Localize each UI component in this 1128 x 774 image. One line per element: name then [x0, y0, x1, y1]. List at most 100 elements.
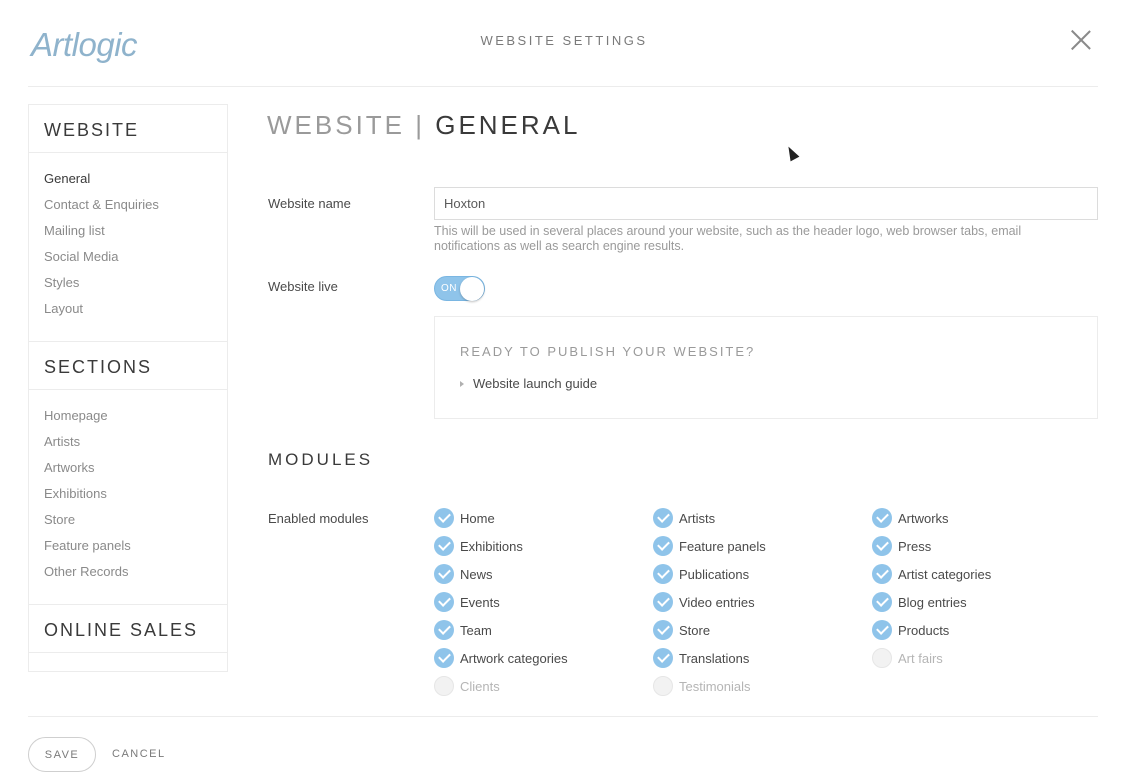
toggle-state-label: ON — [441, 283, 457, 294]
enabled-modules-label: Enabled modules — [268, 511, 369, 526]
module-checkbox-products[interactable]: Products — [872, 620, 1072, 640]
page-title-accent: GENERAL — [435, 110, 581, 140]
unchecked-circle-icon — [653, 676, 673, 696]
checkmark-icon — [653, 564, 673, 584]
sidebar-divider — [29, 389, 227, 390]
checkmark-icon — [434, 564, 454, 584]
module-label: Publications — [679, 567, 750, 582]
checkmark-icon — [872, 564, 892, 584]
page-title: WEBSITE | GENERAL — [267, 110, 580, 141]
module-checkbox-testimonials[interactable]: Testimonials — [653, 676, 853, 696]
module-label: Artworks — [898, 511, 949, 526]
checkmark-icon — [653, 648, 673, 668]
website-launch-guide-link[interactable]: Website launch guide — [460, 376, 597, 391]
cancel-button[interactable]: CANCEL — [112, 748, 166, 760]
module-checkbox-home[interactable]: Home — [434, 508, 634, 528]
checkmark-icon — [872, 620, 892, 640]
module-checkbox-press[interactable]: Press — [872, 536, 1072, 556]
sidebar-heading-sections: SECTIONS — [44, 357, 153, 377]
website-name-help: This will be used in several places arou… — [434, 224, 1022, 253]
checkmark-icon — [434, 592, 454, 612]
module-checkbox-artist-categories[interactable]: Artist categories — [872, 564, 1072, 584]
unchecked-circle-icon — [434, 676, 454, 696]
sidebar-item-exhibitions[interactable]: Exhibitions — [44, 486, 107, 501]
page-title-prefix: WEBSITE | — [267, 110, 436, 140]
website-launch-guide-label: Website launch guide — [473, 376, 598, 391]
sidebar-divider — [29, 341, 227, 342]
website-name-label: Website name — [268, 196, 351, 211]
module-checkbox-blog-entries[interactable]: Blog entries — [872, 592, 1072, 612]
module-label: Artists — [679, 511, 716, 526]
module-checkbox-artwork-categories[interactable]: Artwork categories — [434, 648, 634, 668]
sidebar-item-layout[interactable]: Layout — [44, 301, 83, 316]
modules-heading: MODULES — [268, 450, 374, 469]
checkmark-icon — [653, 508, 673, 528]
module-label: Products — [898, 623, 950, 638]
sidebar-heading-website: WEBSITE — [44, 120, 140, 140]
sidebar-item-store[interactable]: Store — [44, 512, 75, 527]
sidebar-item-other-records[interactable]: Other Records — [44, 564, 129, 579]
unchecked-circle-icon — [872, 648, 892, 668]
toggle-knob — [460, 277, 484, 301]
module-label: Clients — [460, 679, 500, 694]
publish-panel-title: READY TO PUBLISH YOUR WEBSITE? — [460, 344, 756, 359]
checkmark-icon — [434, 536, 454, 556]
sidebar-divider — [29, 152, 227, 153]
checkmark-icon — [653, 536, 673, 556]
module-checkbox-exhibitions[interactable]: Exhibitions — [434, 536, 634, 556]
module-checkbox-feature-panels[interactable]: Feature panels — [653, 536, 853, 556]
module-checkbox-events[interactable]: Events — [434, 592, 634, 612]
module-checkbox-publications[interactable]: Publications — [653, 564, 853, 584]
sidebar-item-social-media[interactable]: Social Media — [44, 249, 118, 264]
module-label: Team — [460, 623, 492, 638]
sidebar-item-styles[interactable]: Styles — [44, 275, 79, 290]
module-checkbox-video-entries[interactable]: Video entries — [653, 592, 853, 612]
sidebar-item-artists[interactable]: Artists — [44, 434, 80, 449]
checkmark-icon — [653, 592, 673, 612]
checkmark-icon — [434, 508, 454, 528]
checkmark-icon — [653, 620, 673, 640]
sidebar-item-artworks[interactable]: Artworks — [44, 460, 95, 475]
checkmark-icon — [434, 648, 454, 668]
module-checkbox-artworks[interactable]: Artworks — [872, 508, 1072, 528]
checkmark-icon — [872, 592, 892, 612]
module-label: Artist categories — [898, 567, 992, 582]
settings-sidebar: WEBSITE General Contact & Enquiries Mail… — [28, 104, 228, 672]
checkmark-icon — [434, 620, 454, 640]
module-label: Home — [460, 511, 495, 526]
publish-panel: READY TO PUBLISH YOUR WEBSITE? Website l… — [434, 316, 1098, 419]
module-label: Testimonials — [679, 679, 751, 694]
module-checkbox-translations[interactable]: Translations — [653, 648, 853, 668]
module-label: Exhibitions — [460, 539, 523, 554]
module-checkbox-artists[interactable]: Artists — [653, 508, 853, 528]
module-label: Events — [460, 595, 500, 610]
module-label: Video entries — [679, 595, 755, 610]
module-checkbox-news[interactable]: News — [434, 564, 634, 584]
footer-divider — [28, 716, 1098, 717]
module-label: Store — [679, 623, 711, 638]
sidebar-item-homepage[interactable]: Homepage — [44, 408, 108, 423]
module-label: Art fairs — [898, 651, 943, 666]
checkmark-icon — [872, 536, 892, 556]
module-checkbox-store[interactable]: Store — [653, 620, 853, 640]
module-label: Blog entries — [898, 595, 967, 610]
module-checkbox-team[interactable]: Team — [434, 620, 634, 640]
sidebar-item-feature-panels[interactable]: Feature panels — [44, 538, 131, 553]
modal-title: WEBSITE SETTINGS — [480, 33, 648, 48]
sidebar-item-mailing-list[interactable]: Mailing list — [44, 223, 105, 238]
website-name-input[interactable] — [434, 187, 1098, 220]
caret-right-icon — [460, 381, 464, 387]
module-label: Artwork categories — [460, 651, 568, 666]
module-label: Press — [898, 539, 932, 554]
module-label: Feature panels — [679, 539, 766, 554]
module-checkbox-art-fairs[interactable]: Art fairs — [872, 648, 1072, 668]
save-button[interactable]: SAVE — [28, 737, 96, 772]
sidebar-heading-online-sales: ONLINE SALES — [44, 620, 199, 640]
close-icon[interactable] — [1071, 30, 1091, 50]
website-live-toggle[interactable]: ON — [434, 276, 485, 301]
header-divider — [28, 86, 1098, 87]
sidebar-item-contact-enquiries[interactable]: Contact & Enquiries — [44, 197, 159, 212]
sidebar-divider — [29, 604, 227, 605]
sidebar-item-general[interactable]: General — [44, 171, 90, 186]
module-checkbox-clients[interactable]: Clients — [434, 676, 634, 696]
